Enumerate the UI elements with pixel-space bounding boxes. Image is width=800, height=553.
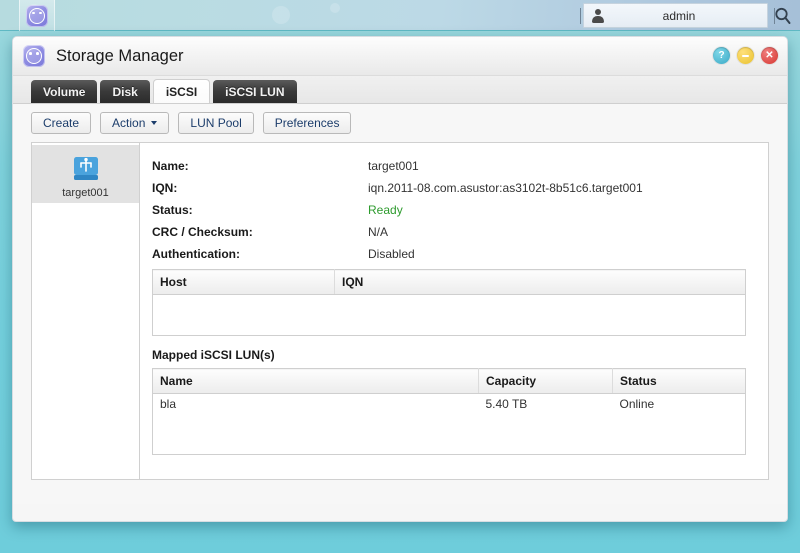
detail-label: IQN:	[152, 181, 178, 195]
action-button[interactable]: Action	[100, 112, 170, 134]
iscsi-target-icon	[70, 154, 102, 184]
tab-iscsi-lun[interactable]: iSCSI LUN	[213, 80, 297, 103]
minimize-icon	[742, 54, 749, 57]
taskbar-divider	[580, 8, 581, 24]
taskbar: admin	[0, 0, 800, 31]
detail-row-authentication: Authentication: Disabled	[152, 247, 754, 261]
target-list-sidebar: target001	[32, 143, 140, 479]
toolbar: Create Action LUN Pool Preferences	[13, 104, 787, 142]
tab-label: iSCSI	[165, 84, 198, 99]
detail-label: Status:	[152, 203, 193, 217]
empty-row	[153, 295, 746, 336]
storage-manager-icon	[23, 45, 45, 67]
tab-disk[interactable]: Disk	[100, 80, 150, 103]
detail-row-status: Status: Ready	[152, 203, 754, 217]
mapped-lun-table-body: bla 5.40 TB Online	[153, 394, 746, 455]
user-menu[interactable]: admin	[583, 3, 768, 28]
action-button-label: Action	[112, 116, 146, 130]
preferences-button-label: Preferences	[274, 116, 340, 130]
user-icon	[591, 8, 605, 24]
lun-status-cell: Online	[619, 397, 655, 411]
tab-label: Disk	[112, 84, 138, 99]
decorative-bubble	[272, 6, 290, 24]
column-header-name[interactable]: Name	[152, 368, 479, 394]
tab-volume[interactable]: Volume	[31, 80, 98, 103]
detail-label: Name:	[152, 159, 189, 173]
tab-iscsi[interactable]: iSCSI	[152, 79, 211, 103]
create-button-label: Create	[43, 116, 80, 130]
detail-row-name: Name: target001	[152, 159, 754, 173]
detail-row-crc: CRC / Checksum: N/A	[152, 225, 754, 239]
lun-pool-button[interactable]: LUN Pool	[178, 112, 254, 134]
detail-value: Disabled	[368, 247, 415, 261]
empty-row	[153, 414, 746, 455]
column-header-iqn[interactable]: IQN	[334, 269, 746, 295]
close-button[interactable]: ✕	[761, 47, 778, 64]
column-header-status[interactable]: Status	[612, 368, 746, 394]
detail-value: N/A	[368, 225, 389, 239]
user-name: admin	[662, 8, 696, 23]
sidebar-item-target001[interactable]: target001	[32, 145, 139, 203]
detail-value: target001	[368, 159, 419, 173]
taskbar-app-button[interactable]	[19, 0, 55, 31]
lun-capacity-cell: 5.40 TB	[485, 397, 528, 411]
sidebar-item-label: target001	[62, 187, 109, 199]
window-titlebar[interactable]: Storage Manager ? ✕	[13, 37, 787, 76]
table-header-row: Host IQN	[152, 269, 746, 295]
mapped-lun-table: Name Capacity Status bla 5.40 TB Online	[152, 368, 746, 455]
close-icon: ✕	[765, 49, 774, 61]
window-body: target001 Name: target001 IQN: iqn.2011-…	[13, 142, 787, 504]
table-header-row: Name Capacity Status	[152, 368, 746, 394]
window-controls: ? ✕	[713, 47, 778, 64]
adm-circle-icon	[26, 4, 48, 27]
mapped-lun-section-title: Mapped iSCSI LUN(s)	[152, 348, 275, 362]
status-badge: Ready	[368, 203, 403, 217]
detail-label: CRC / Checksum:	[152, 225, 253, 239]
detail-value: iqn.2011-08.com.asustor:as3102t-8b51c6.t…	[368, 181, 643, 195]
decorative-bubble	[330, 3, 340, 13]
column-header-capacity[interactable]: Capacity	[478, 368, 613, 394]
detail-row-iqn: IQN: iqn.2011-08.com.asustor:as3102t-8b5…	[152, 181, 754, 195]
detail-label: Authentication:	[152, 247, 240, 261]
storage-manager-window: Storage Manager ? ✕ Volume Disk iSCSI iS…	[12, 36, 788, 522]
lun-pool-button-label: LUN Pool	[190, 116, 242, 130]
hosts-table: Host IQN	[152, 269, 746, 336]
tab-label: iSCSI LUN	[225, 84, 285, 99]
minimize-button[interactable]	[737, 47, 754, 64]
column-header-host[interactable]: Host	[152, 269, 335, 295]
search-icon[interactable]	[772, 5, 794, 27]
target-detail-pane: Name: target001 IQN: iqn.2011-08.com.asu…	[140, 143, 768, 479]
help-icon: ?	[718, 49, 725, 61]
lun-name-cell: bla	[160, 397, 177, 411]
create-button[interactable]: Create	[31, 112, 92, 134]
tab-bar: Volume Disk iSCSI iSCSI LUN	[13, 76, 787, 104]
tab-label: Volume	[43, 84, 86, 99]
hosts-table-body	[153, 295, 746, 336]
table-row[interactable]: bla 5.40 TB Online	[153, 394, 746, 415]
content-split: target001 Name: target001 IQN: iqn.2011-…	[31, 142, 769, 480]
help-button[interactable]: ?	[713, 47, 730, 64]
window-title: Storage Manager	[56, 46, 184, 65]
chevron-down-icon	[151, 121, 158, 125]
hosts-table-wrapper: Host IQN	[152, 269, 754, 336]
preferences-button[interactable]: Preferences	[262, 112, 352, 134]
